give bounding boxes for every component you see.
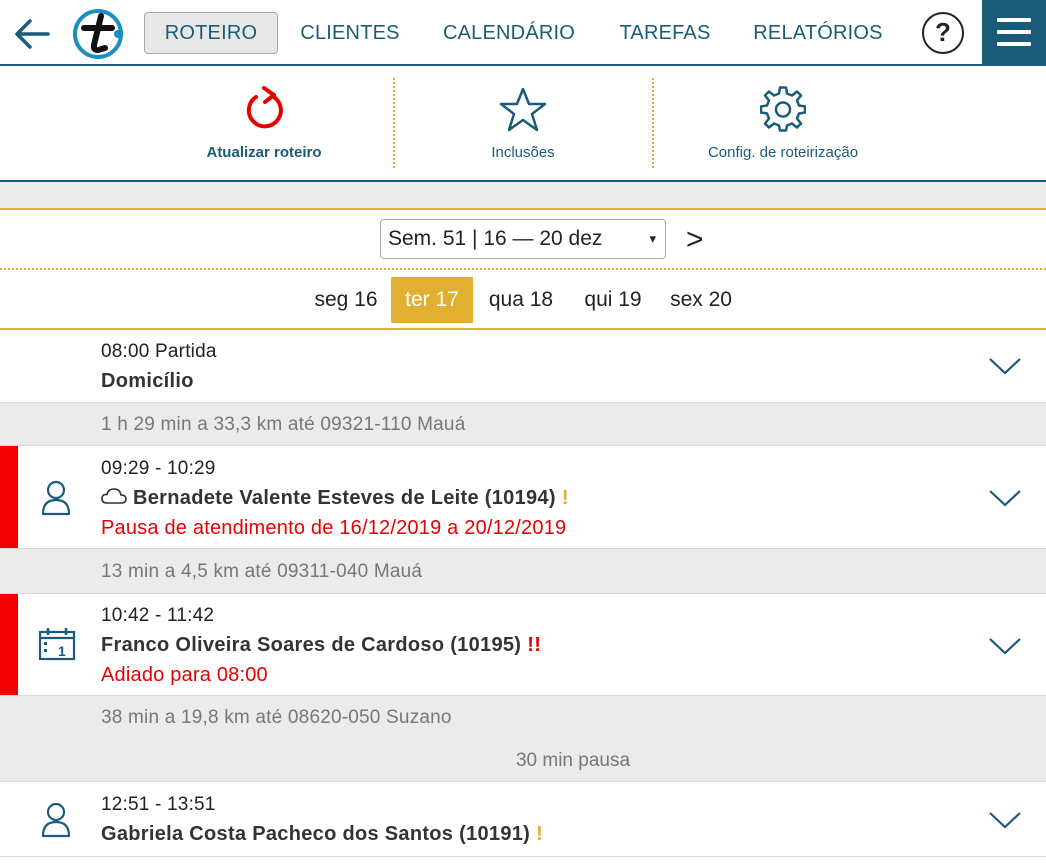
refresh-route-label: Atualizar roteiro [206, 144, 322, 161]
calendar-icon: 1 [38, 628, 76, 661]
gear-icon [760, 86, 806, 132]
route-toolbar: Atualizar roteiro Inclusões Config. de r… [0, 66, 1046, 182]
toolbar-spacer [0, 182, 1046, 210]
hamburger-icon-line [997, 30, 1031, 34]
client-name: Franco Oliveira Soares de Cardoso (10195… [101, 634, 522, 656]
routing-config-button[interactable]: Config. de roteirização [690, 66, 876, 180]
person-icon [41, 480, 71, 516]
priority-indicator: ! [561, 487, 569, 509]
travel-info: 1 h 29 min a 33,3 km até 09321-110 Mauá [0, 403, 1046, 446]
hamburger-icon [997, 18, 1031, 22]
arrow-left-icon[interactable] [12, 14, 52, 54]
travel-text: 13 min a 4,5 km até 09311-040 Mauá [101, 561, 423, 582]
top-navigation: ROTEIRO CLIENTES CALENDÁRIO TAREFAS RELA… [0, 0, 1046, 66]
start-location: Domicílio [101, 370, 194, 392]
help-button[interactable]: ? [922, 12, 964, 54]
chevron-down-icon[interactable] [988, 356, 1022, 376]
client-name-row: Gabriela Costa Pacheco dos Santos (10191… [101, 823, 543, 846]
chevron-down-icon[interactable] [988, 636, 1022, 656]
day-tabs: seg 16 ter 17 qua 18 qui 19 sex 20 [0, 272, 1046, 330]
client-name: Bernadete Valente Esteves de Leite (1019… [133, 487, 556, 509]
week-select-value: Sem. 51 | 16 — 20 dez [388, 227, 603, 250]
star-icon [499, 87, 547, 132]
chevron-down-icon[interactable] [988, 488, 1022, 508]
day-tab-qua[interactable]: qua 18 [478, 277, 564, 323]
travel-text: 38 min a 19,8 km até 08620-050 Suzano [101, 707, 452, 728]
inclusions-button[interactable]: Inclusões [458, 66, 588, 180]
tab-clientes[interactable]: CLIENTES [296, 12, 404, 54]
refresh-icon [246, 86, 283, 129]
hamburger-icon-line [997, 42, 1031, 46]
day-tab-ter[interactable]: ter 17 [391, 277, 473, 323]
tab-roteiro[interactable]: ROTEIRO [144, 12, 278, 54]
stop-time: 10:42 - 11:42 [101, 605, 215, 626]
app-logo[interactable] [72, 8, 124, 60]
toolbar-divider [393, 78, 395, 168]
cloud-icon [101, 488, 127, 504]
stop-alert: Adiado para 08:00 [101, 664, 268, 686]
route-stop-item[interactable]: 1 10:42 - 11:42 Franco Oliveira Soares d… [0, 594, 1046, 696]
toolbar-divider [652, 78, 654, 168]
chevron-down-icon[interactable] [988, 810, 1022, 830]
route-stop-item[interactable]: 09:29 - 10:29 Bernadete Valente Esteves … [0, 446, 1046, 549]
refresh-route-button[interactable]: Atualizar roteiro [180, 66, 348, 180]
alert-flag [0, 594, 18, 695]
day-tab-qui[interactable]: qui 19 [572, 277, 654, 323]
pause-text: 30 min pausa [515, 750, 631, 771]
routing-config-label: Config. de roteirização [707, 144, 859, 161]
inclusions-label: Inclusões [491, 144, 555, 161]
start-time: 08:00 Partida [101, 341, 217, 362]
route-stop-item[interactable]: 12:51 - 13:51 Gabriela Costa Pacheco dos… [0, 782, 1046, 857]
client-name-row: Franco Oliveira Soares de Cardoso (10195… [101, 634, 541, 657]
route-start-item[interactable]: 08:00 Partida Domicílio [0, 330, 1046, 403]
travel-info: 38 min a 19,8 km até 08620-050 Suzano 30… [0, 696, 1046, 782]
calendar-icon-day: 1 [58, 643, 66, 659]
hamburger-menu-button[interactable] [982, 0, 1046, 64]
client-name-row: Bernadete Valente Esteves de Leite (1019… [101, 487, 569, 510]
tab-tarefas[interactable]: TAREFAS [614, 12, 716, 54]
tab-relatorios[interactable]: RELATÓRIOS [748, 12, 888, 54]
tab-calendario[interactable]: CALENDÁRIO [436, 12, 582, 54]
stop-time: 12:51 - 13:51 [101, 794, 216, 815]
alert-flag [0, 446, 18, 548]
day-tab-sex[interactable]: sex 20 [660, 277, 742, 323]
week-select[interactable]: Sem. 51 | 16 — 20 dez ▾ [380, 219, 666, 259]
travel-text: 1 h 29 min a 33,3 km até 09321-110 Mauá [101, 414, 466, 435]
priority-indicator: ! [536, 823, 544, 845]
stop-time: 09:29 - 10:29 [101, 458, 216, 479]
travel-info: 13 min a 4,5 km até 09311-040 Mauá [0, 549, 1046, 594]
stop-alert: Pausa de atendimento de 16/12/2019 a 20/… [101, 517, 567, 539]
priority-indicator: !! [527, 634, 542, 656]
week-selector-row: Sem. 51 | 16 — 20 dez ▾ > [0, 212, 1046, 270]
next-week-button[interactable]: > [686, 222, 704, 258]
chevron-down-icon: ▾ [649, 231, 656, 246]
client-name: Gabriela Costa Pacheco dos Santos (10191… [101, 823, 531, 845]
person-icon [41, 802, 71, 838]
day-tab-seg[interactable]: seg 16 [304, 277, 388, 323]
